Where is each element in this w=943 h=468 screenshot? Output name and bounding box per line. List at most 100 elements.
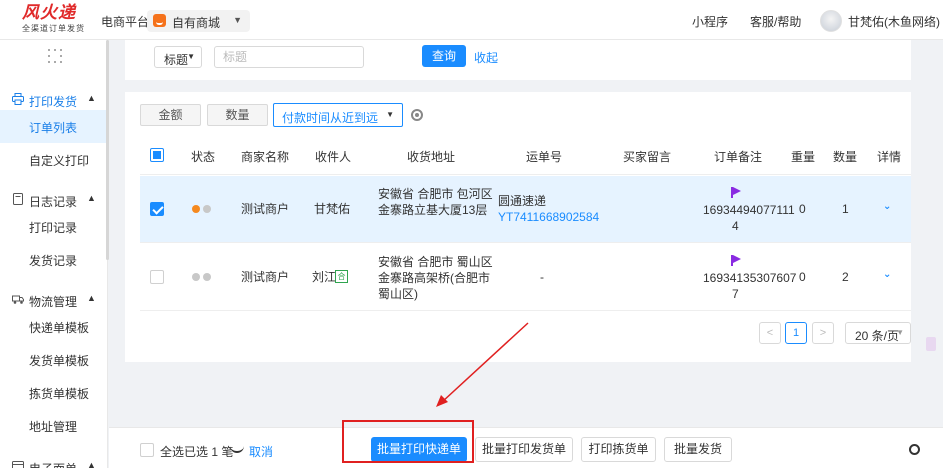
header-detail: 详情 xyxy=(877,150,902,164)
chevron-up-icon: ▲ xyxy=(87,460,96,468)
table-row[interactable]: 测试商户 刘江 合 安徽省 合肥市 蜀山区 金寨路高架桥(合肥市 蜀山区) - … xyxy=(140,244,911,311)
sidebar-group-waybill[interactable]: 电子面单 ▲ xyxy=(0,452,108,468)
sort-order-select[interactable]: 付款时间从近到远 ▼ xyxy=(273,103,403,127)
floating-helper-icon[interactable] xyxy=(926,337,936,351)
sidebar-item-custom-print[interactable]: 自定义打印 xyxy=(0,143,108,176)
status-dot-inactive xyxy=(203,205,211,213)
header-status: 状态 xyxy=(191,150,216,164)
print-picking-button[interactable]: 打印拣货单 xyxy=(581,437,656,462)
filter-field-value: 标题 xyxy=(164,53,189,67)
recipient-name: 刘江 xyxy=(312,270,337,284)
row-checkbox[interactable] xyxy=(150,202,164,216)
status-dot-active xyxy=(192,205,200,213)
recipient-name: 甘梵佑 xyxy=(314,202,351,216)
cancel-link[interactable]: 取消 xyxy=(249,443,273,460)
sidebar-scrollbar[interactable] xyxy=(106,40,109,260)
sidebar-item-label: 拣货单模板 xyxy=(29,387,90,401)
sidebar-item-ship-log[interactable]: 发货记录 xyxy=(0,243,108,276)
sidebar-group-label: 打印发货 xyxy=(29,95,78,109)
top-bar: 风火递 全渠道订单发货 电商平台 自有商城 ▼ 小程序 客服/帮助 甘梵佑(木鱼… xyxy=(0,0,943,40)
sidebar-item-label: 订单列表 xyxy=(29,121,78,135)
sort-amount-button[interactable]: 金额 xyxy=(140,104,201,126)
sidebar-item-express-template[interactable]: 快递单模板 xyxy=(0,310,108,343)
query-button[interactable]: 查询 xyxy=(422,45,466,67)
next-page-button[interactable]: > xyxy=(812,322,834,344)
address-line: 安徽省 合肥市 蜀山区 xyxy=(378,255,493,269)
filter-field-select[interactable]: 标题 ▼ xyxy=(154,46,202,68)
sidebar-item-picking-template[interactable]: 拣货单模板 xyxy=(0,376,108,409)
chevron-up-icon: ▲ xyxy=(87,293,96,303)
sidebar-item-shipping-template[interactable]: 发货单模板 xyxy=(0,343,108,376)
flag-icon[interactable] xyxy=(731,255,741,266)
printer-icon xyxy=(12,93,24,105)
avatar[interactable] xyxy=(820,10,842,32)
page-size-select[interactable]: 20 条/页 ▼ xyxy=(845,322,911,344)
logo-subtitle: 全渠道订单发货 xyxy=(22,24,85,33)
batch-ship-button[interactable]: 批量发货 xyxy=(664,437,732,462)
mini-program-link[interactable]: 小程序 xyxy=(692,13,728,30)
selected-count: 已选 1 笔 xyxy=(184,445,234,459)
title-search-input[interactable] xyxy=(214,46,364,68)
sidebar-group-label: 日志记录 xyxy=(29,195,78,209)
batch-print-shipping-button[interactable]: 批量打印发货单 xyxy=(475,437,573,462)
address-line: 安徽省 合肥市 包河区 xyxy=(378,187,493,201)
page-size-value: 20 条/页 xyxy=(855,329,900,343)
sidebar-item-address[interactable]: 地址管理 xyxy=(0,409,108,442)
page-number-current[interactable]: 1 xyxy=(785,322,807,344)
tracking-number: - xyxy=(540,270,544,284)
prev-page-button[interactable]: < xyxy=(759,322,781,344)
table-row[interactable]: 测试商户 甘梵佑 安徽省 合肥市 包河区 金寨路立基大厦13层 圆通速递 YT7… xyxy=(140,176,911,243)
header-address: 收货地址 xyxy=(407,150,456,164)
page-scrollbar[interactable] xyxy=(930,40,943,468)
weight-value: 0 xyxy=(799,202,806,216)
chevron-up-icon: ▲ xyxy=(87,193,96,203)
table-header: 状态 商家名称 收件人 收货地址 运单号 买家留言 订单备注 重量 数量 详情 xyxy=(140,135,911,175)
shop-select[interactable]: 自有商城 ▼ xyxy=(147,10,250,32)
header-merchant: 商家名称 xyxy=(241,150,290,164)
merchant-name: 测试商户 xyxy=(241,270,290,284)
merged-order-icon: 合 xyxy=(335,270,348,283)
chevron-up-icon: ▲ xyxy=(87,93,96,103)
flag-icon[interactable] xyxy=(731,187,741,198)
sidebar-item-print-log[interactable]: 打印记录 xyxy=(0,210,108,243)
row-checkbox[interactable] xyxy=(150,270,164,284)
address-line: 蜀山区) xyxy=(378,287,418,301)
service-help-link[interactable]: 客服/帮助 xyxy=(750,13,801,30)
tracking-number[interactable]: YT7411668902584 xyxy=(498,209,599,225)
shopping-bag-icon xyxy=(153,14,166,27)
status-dot-inactive xyxy=(192,273,200,281)
status-dot-inactive xyxy=(203,273,211,281)
address-line: 金寨路立基大厦13层 xyxy=(378,203,488,217)
annotation-highlight-box xyxy=(342,420,474,463)
sidebar-item-label: 发货记录 xyxy=(29,254,78,268)
chevron-down-icon: ▼ xyxy=(896,328,904,337)
carrier-name: 圆通速递 xyxy=(498,194,547,208)
chevron-down-icon[interactable]: ⌄ xyxy=(883,201,891,212)
shop-name: 自有商城 xyxy=(172,16,221,30)
select-all-checkbox[interactable] xyxy=(140,443,154,457)
address-line: 金寨路高架桥(合肥市 xyxy=(378,271,490,285)
sidebar: 打印发货 ▲ 订单列表 自定义打印 日志记录 ▲ 打印记录 发货记录 物流管理 … xyxy=(0,40,108,468)
sort-quantity-button[interactable]: 数量 xyxy=(207,104,268,126)
sidebar-group-label: 电子面单 xyxy=(29,460,77,468)
chevron-down-icon[interactable]: ⌄ xyxy=(883,269,891,280)
sidebar-item-label: 打印记录 xyxy=(29,221,78,235)
order-remark-cont: 4 xyxy=(732,219,739,233)
quantity-value: 2 xyxy=(842,270,849,284)
sort-order-value: 付款时间从近到远 xyxy=(282,111,379,125)
select-all-header-checkbox[interactable] xyxy=(150,148,164,162)
select-all-label[interactable]: 全选 xyxy=(160,443,184,460)
username[interactable]: 甘梵佑(木鱼网络) xyxy=(848,13,940,30)
gear-icon[interactable] xyxy=(909,444,920,455)
sidebar-item-order-list[interactable]: 订单列表 xyxy=(0,110,108,143)
sidebar-group-label: 物流管理 xyxy=(29,295,78,309)
header-order-remark: 订单备注 xyxy=(714,150,763,164)
chevron-down-icon: ▼ xyxy=(386,110,394,119)
header-quantity: 数量 xyxy=(833,150,858,164)
order-remark: 16934135307607 xyxy=(703,271,797,285)
menu-grid-icon[interactable] xyxy=(48,49,62,63)
column-settings-icon[interactable] xyxy=(411,109,423,121)
header-buyer-message: 买家留言 xyxy=(623,150,672,164)
brand-logo[interactable]: 风火递 全渠道订单发货 xyxy=(22,4,92,38)
collapse-link[interactable]: 收起 xyxy=(474,49,498,66)
